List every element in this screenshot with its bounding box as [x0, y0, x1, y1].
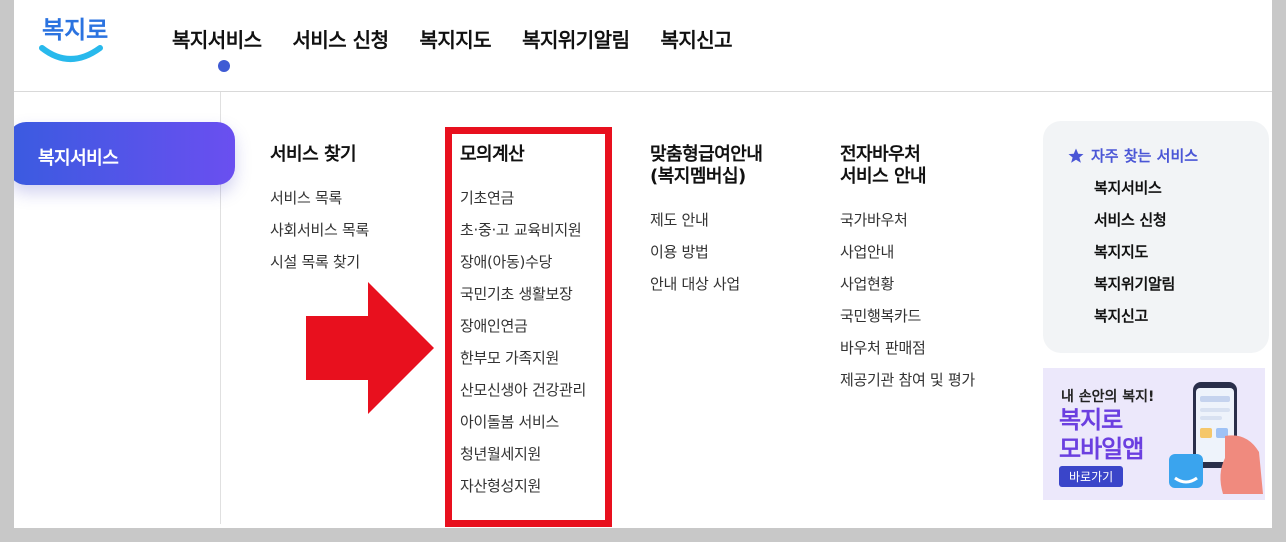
active-nav-indicator [218, 60, 230, 72]
column-title[interactable]: 서비스 찾기 [270, 144, 369, 166]
menu-item[interactable]: 사업현황 [840, 274, 975, 306]
mobile-app-banner[interactable]: 내 손안의 복지! 복지로 모바일앱 바로가기 [1043, 368, 1265, 500]
nav-item-welfare-service[interactable]: 복지서비스 [172, 24, 262, 53]
menu-item[interactable]: 국가바우처 [840, 210, 975, 242]
menu-item[interactable]: 제도 안내 [650, 210, 762, 242]
nav-item-crisis-alert[interactable]: 복지위기알림 [522, 24, 630, 53]
banner-title-line1: 복지로 [1059, 406, 1123, 434]
favorite-item[interactable]: 서비스 신청 [1094, 210, 1269, 242]
header: 복지로 복지서비스 서비스 신청 복지지도 복지위기알림 복지신고 [14, 0, 1272, 92]
star-icon [1068, 148, 1084, 163]
column-title[interactable]: 전자바우처 서비스 안내 [840, 144, 975, 188]
favorite-item[interactable]: 복지서비스 [1094, 178, 1269, 210]
menu-item[interactable]: 제공기관 참여 및 평가 [840, 370, 975, 402]
menu-item[interactable]: 사업안내 [840, 242, 975, 274]
column-title-line1: 전자바우처 [840, 144, 921, 165]
page-frame: 복지로 복지서비스 서비스 신청 복지지도 복지위기알림 복지신고 복지서비스 … [14, 0, 1272, 528]
highlight-box [445, 127, 612, 527]
column-title-line2: (복지멤버십) [650, 166, 746, 187]
sidebar-active-button[interactable]: 복지서비스 [14, 122, 235, 185]
menu-item[interactable]: 이용 방법 [650, 242, 762, 274]
column-title-line2: 서비스 안내 [840, 166, 927, 187]
favorite-title-text: 자주 찾는 서비스 [1091, 147, 1199, 165]
banner-tagline: 내 손안의 복지! [1061, 389, 1155, 405]
menu-item[interactable]: 사회서비스 목록 [270, 220, 369, 252]
menu-item[interactable]: 시설 목록 찾기 [270, 252, 369, 284]
banner-title: 복지로 모바일앱 [1059, 406, 1144, 464]
favorite-item[interactable]: 복지신고 [1094, 306, 1269, 338]
favorite-title: 자주 찾는 서비스 [1067, 145, 1269, 166]
logo-text: 복지로 [42, 16, 108, 44]
menu-column-voucher: 전자바우처 서비스 안내 국가바우처 사업안내 사업현황 국민행복카드 바우처 판… [840, 144, 975, 402]
banner-go-button[interactable]: 바로가기 [1059, 466, 1124, 487]
menu-column-membership: 맞춤형급여안내 (복지멤버십) 제도 안내 이용 방법 안내 대상 사업 [650, 144, 763, 306]
menu-item[interactable]: 국민행복카드 [840, 306, 975, 338]
column-title-line1: 맞춤형급여안내 [650, 144, 763, 165]
mega-menu: 복지서비스 서비스 찾기 서비스 목록 사회서비스 목록 시설 목록 찾기 모의… [14, 92, 1272, 528]
favorite-services-panel: 자주 찾는 서비스 복지서비스 서비스 신청 복지지도 복지위기알림 복지신고 [1043, 121, 1269, 353]
menu-item[interactable]: 서비스 목록 [270, 188, 369, 220]
main-nav: 복지서비스 서비스 신청 복지지도 복지위기알림 복지신고 [172, 24, 733, 72]
banner-title-line2: 모바일앱 [1059, 435, 1144, 463]
menu-item[interactable]: 바우처 판매점 [840, 338, 975, 370]
red-arrow-icon [306, 282, 434, 414]
nav-item-report[interactable]: 복지신고 [660, 24, 732, 53]
nav-item-service-apply[interactable]: 서비스 신청 [293, 24, 389, 53]
nav-item-welfare-map[interactable]: 복지지도 [419, 24, 491, 53]
menu-column-service-search: 서비스 찾기 서비스 목록 사회서비스 목록 시설 목록 찾기 [270, 144, 369, 284]
menu-item[interactable]: 안내 대상 사업 [650, 274, 762, 306]
column-title[interactable]: 맞춤형급여안내 (복지멤버십) [650, 144, 763, 188]
favorite-item[interactable]: 복지위기알림 [1094, 274, 1269, 306]
bokjiro-logo[interactable]: 복지로 [38, 4, 108, 66]
favorite-item[interactable]: 복지지도 [1094, 242, 1269, 274]
phone-in-hand-icon [1169, 382, 1263, 494]
